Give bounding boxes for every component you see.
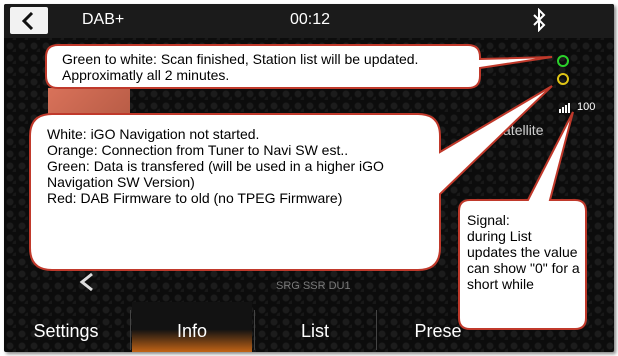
callout-navi-text: White: iGO Navigation not started. Orang…: [47, 126, 384, 206]
callout-signal-text: Signal: during List updates the value ca…: [467, 212, 580, 292]
callout-scan-text: Green to white: Scan finished, Station l…: [62, 51, 419, 83]
